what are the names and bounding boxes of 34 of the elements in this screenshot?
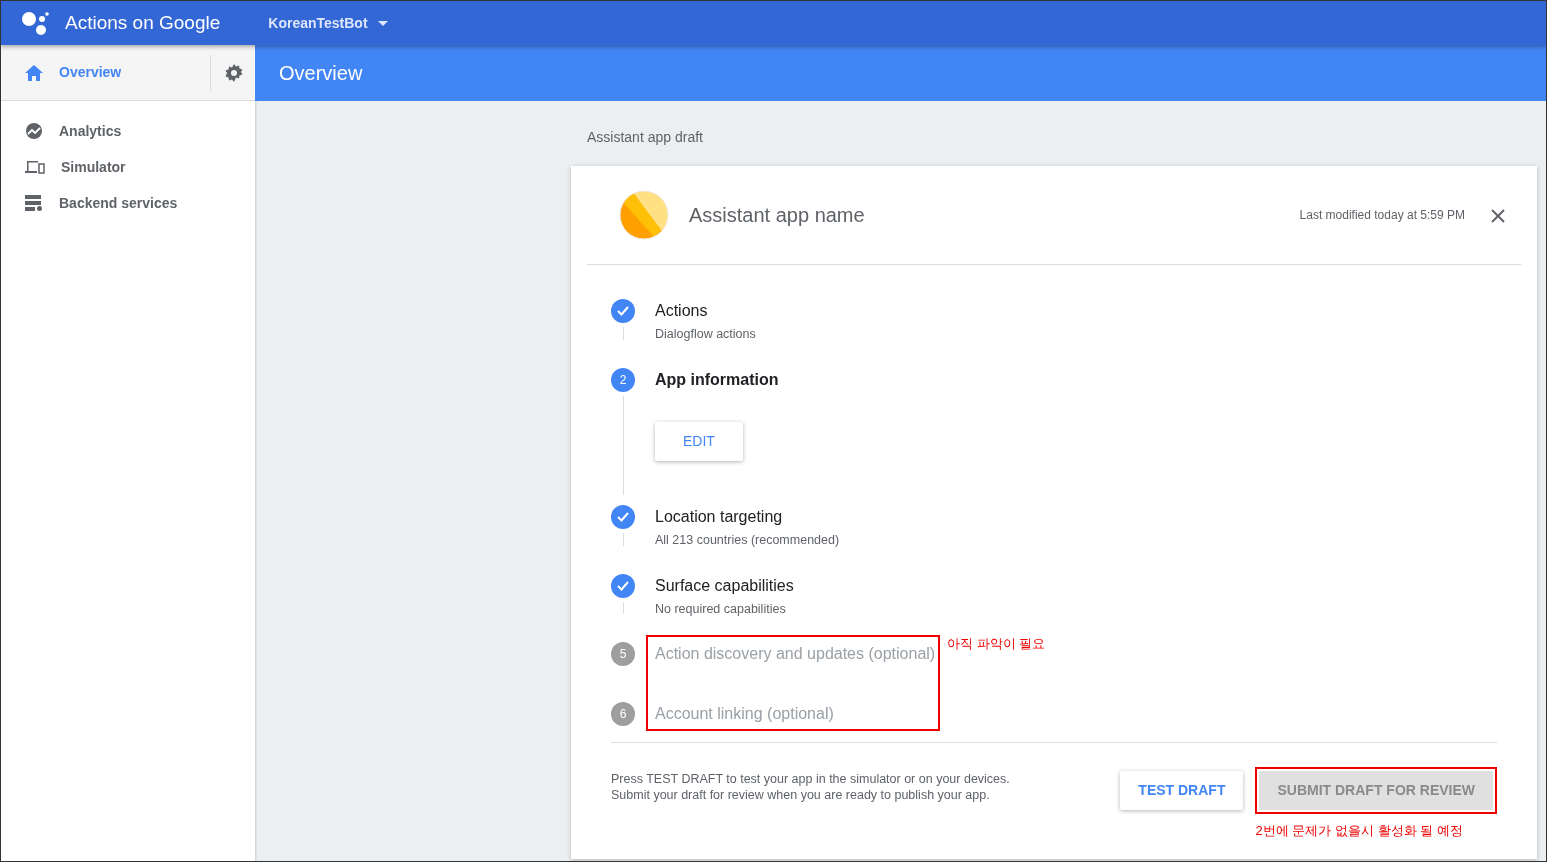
chart-circle-icon — [25, 122, 43, 140]
caret-icon — [377, 20, 388, 26]
step-title: Location targeting — [655, 506, 784, 527]
sidebar-item[interactable]: Backend services — [1, 185, 255, 221]
annotation-note: 아직 파악이 필요 — [947, 635, 1046, 654]
devices-icon — [25, 160, 45, 174]
step-number: 5 — [611, 642, 635, 667]
app-title: Actions on Google — [65, 10, 221, 35]
step-title: Actions — [655, 301, 709, 321]
project-dropdown[interactable]: KoreanTestBot — [262, 11, 394, 35]
footer-text: Press TEST DRAFT to test your app in the simulator or on your devices. Submit your draft for review when you are ready to publish your app. — [611, 771, 1011, 804]
sidebar-item[interactable]: Simulator — [1, 149, 255, 185]
step-subtitle: Dialogflow actions — [655, 326, 756, 343]
server-icon — [25, 195, 43, 211]
step-number: 2 — [611, 367, 635, 392]
step-title: Action discovery and updates (optional) — [655, 644, 936, 665]
step-title: Surface capabilities — [655, 575, 794, 596]
assistant-logo-icon — [21, 10, 49, 36]
step-title: App information — [655, 369, 779, 390]
draft-label: Assistant app draft — [587, 128, 704, 147]
annotation-note: 2번에 문제가 없을시 활성화 될 예정 — [1255, 822, 1463, 841]
step-number: 6 — [611, 702, 635, 727]
settings-icon[interactable] — [225, 63, 243, 82]
step-subtitle: No required capabilities — [655, 600, 787, 618]
close-icon — [1491, 208, 1505, 223]
test-draft-button[interactable]: TEST DRAFT — [1120, 771, 1244, 811]
step-title: Account linking (optional) — [655, 704, 834, 725]
edit-button[interactable]: EDIT — [655, 421, 743, 461]
page-title: Overview — [279, 61, 363, 86]
step-subtitle: All 213 countries (recommended) — [655, 531, 840, 549]
sidebar-item[interactable]: Analytics — [1, 113, 255, 149]
last-modified-text: Last modified today at 5:59 PM — [1299, 207, 1465, 224]
app-name: Assistant app name — [689, 203, 866, 228]
home-icon — [25, 64, 43, 81]
